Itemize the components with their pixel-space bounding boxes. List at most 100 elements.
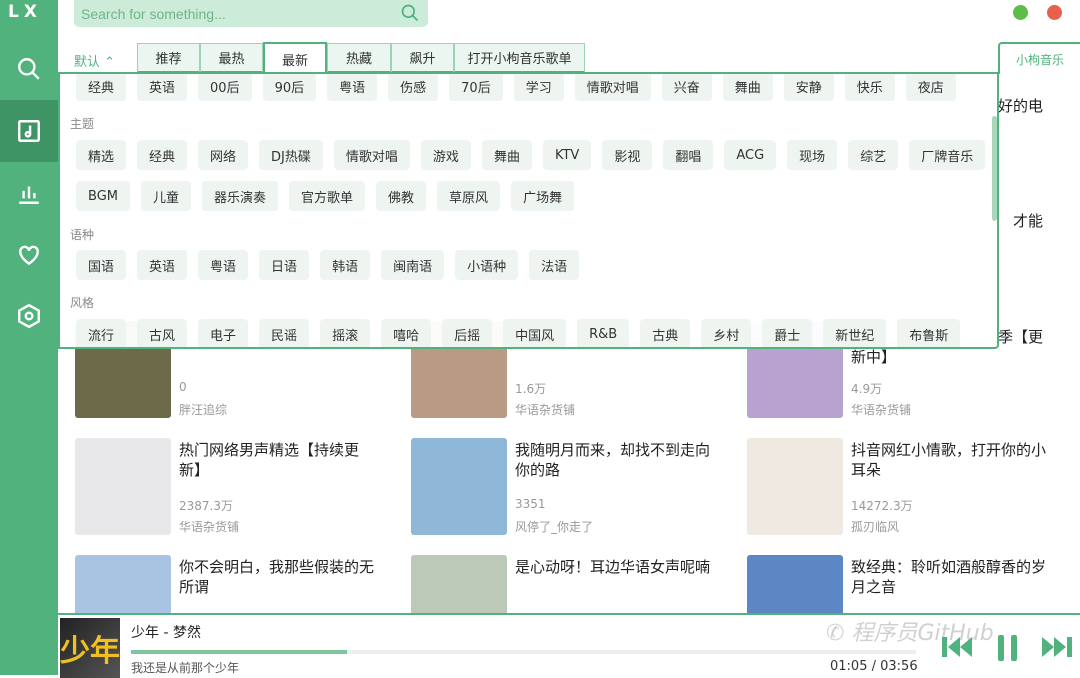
tag-button[interactable]: 儿童 (140, 181, 191, 211)
sidebar-item-favorites[interactable] (0, 224, 58, 286)
tag-button[interactable]: 器乐演奏 (202, 181, 279, 211)
tag-button[interactable]: 爵士 (762, 319, 813, 347)
playlist-title[interactable]: 你不会明白，我那些假装的无所谓 (179, 557, 379, 597)
tag-group-label: 语种 (70, 228, 95, 242)
popup-scrollbar[interactable] (992, 116, 997, 221)
tag-button[interactable]: 舞曲 (722, 74, 773, 101)
tag-button[interactable]: 精选 (76, 140, 127, 170)
tag-button[interactable]: 民谣 (259, 319, 310, 347)
playlist-cover[interactable] (75, 438, 171, 535)
tab-bar: 默认 ⌃ 推荐 最热 最新 热藏 飙升 打开小枸音乐歌单 (58, 42, 998, 74)
tag-button[interactable]: KTV (542, 140, 592, 170)
play-count: 14272.3万 (851, 499, 913, 513)
tag-button[interactable]: 兴奋 (661, 74, 712, 101)
playlist-title[interactable]: 致经典：聆听如酒般醇香的岁月之音 (851, 557, 1051, 597)
tag-button[interactable]: 90后 (262, 74, 317, 101)
tab-hottest[interactable]: 最热 (200, 43, 263, 73)
playlist-card[interactable]: 热门网络男声精选【持续更新】 2387.3万 华语杂货铺 (75, 438, 405, 538)
playlist-title[interactable]: 我随明月而来，却找不到走向你的路 (515, 440, 715, 480)
tag-button[interactable]: 日语 (259, 250, 310, 280)
tag-button[interactable]: 流行 (76, 319, 127, 347)
tag-button[interactable]: 乡村 (701, 319, 752, 347)
tag-button[interactable]: 中国风 (503, 319, 567, 347)
tag-button[interactable]: 经典 (137, 140, 188, 170)
playlist-cover[interactable] (411, 438, 507, 535)
tag-button[interactable]: 电子 (198, 319, 249, 347)
tag-button[interactable]: 情歌对唱 (333, 140, 410, 170)
close-button[interactable] (1047, 5, 1062, 20)
tag-button[interactable]: 国语 (76, 250, 127, 280)
tag-button[interactable]: 草原风 (437, 181, 501, 211)
album-cover[interactable]: 少年 (60, 618, 120, 678)
progress-bar[interactable] (131, 650, 916, 654)
tag-button[interactable]: 经典 (76, 74, 127, 101)
search-input[interactable] (74, 0, 394, 27)
tag-button[interactable]: 英语 (137, 250, 188, 280)
tag-button[interactable]: 翻唱 (663, 140, 714, 170)
playlist-title[interactable]: 抖音网红小情歌，打开你的小耳朵 (851, 440, 1051, 480)
tag-button[interactable]: 综艺 (848, 140, 899, 170)
tag-group-label: 主题 (70, 117, 95, 131)
search-icon[interactable] (400, 3, 420, 23)
tag-button[interactable]: 法语 (529, 250, 580, 280)
previous-icon[interactable] (940, 633, 974, 661)
sort-dropdown[interactable]: 默认 ⌃ (74, 51, 115, 70)
playlist-title[interactable]: 热门网络男声精选【持续更新】 (179, 440, 379, 480)
minimize-button[interactable] (1013, 5, 1028, 20)
tab-hot-collect[interactable]: 热藏 (327, 43, 391, 73)
tab-open-songlist[interactable]: 打开小枸音乐歌单 (454, 43, 585, 73)
tag-button[interactable]: 韩语 (320, 250, 371, 280)
playlist-card[interactable]: 我随明月而来，却找不到走向你的路 3351 风停了_你走了 (411, 438, 741, 538)
tag-button[interactable]: 情歌对唱 (574, 74, 651, 101)
sidebar-item-search[interactable] (0, 38, 58, 100)
sidebar-item-settings[interactable] (0, 285, 58, 347)
playlist-cover[interactable] (747, 438, 843, 535)
hidden-title-fragment: 才能 (1013, 212, 1044, 230)
sidebar-item-songlist[interactable] (0, 100, 58, 162)
player-controls (940, 633, 1074, 661)
hidden-title-fragment: 季【更 (998, 328, 1044, 346)
tag-button[interactable]: 英语 (137, 74, 188, 101)
tag-button[interactable]: 布鲁斯 (897, 319, 961, 347)
tag-button[interactable]: 网络 (198, 140, 249, 170)
tag-button[interactable]: BGM (76, 181, 130, 211)
tag-button[interactable]: 闽南语 (381, 250, 445, 280)
tag-button[interactable]: 后摇 (442, 319, 493, 347)
playlist-card[interactable]: 抖音网红小情歌，打开你的小耳朵 14272.3万 孤刃临风 (747, 438, 1077, 538)
tag-button[interactable]: 官方歌单 (289, 181, 366, 211)
tab-recommend[interactable]: 推荐 (137, 43, 200, 73)
tag-button[interactable]: 嘻哈 (381, 319, 432, 347)
tag-button[interactable]: 古典 (640, 319, 691, 347)
tag-button[interactable]: ACG (724, 140, 777, 170)
tag-button[interactable]: 现场 (787, 140, 838, 170)
music-library-icon (18, 120, 40, 142)
tag-button[interactable]: DJ热碟 (259, 140, 323, 170)
sidebar-item-leaderboard[interactable] (0, 162, 58, 224)
tag-button[interactable]: 小语种 (455, 250, 519, 280)
tag-button[interactable]: 学习 (513, 74, 564, 101)
tag-button[interactable]: 粤语 (198, 250, 249, 280)
tag-button[interactable]: 广场舞 (511, 181, 575, 211)
pause-icon[interactable] (990, 633, 1024, 661)
tag-button[interactable]: 新世纪 (823, 319, 887, 347)
tag-button[interactable]: 摇滚 (320, 319, 371, 347)
tag-button[interactable]: 70后 (449, 74, 503, 101)
source-tab[interactable]: 小枸音乐 (998, 42, 1080, 74)
tag-button[interactable]: 夜店 (905, 74, 956, 101)
tag-button[interactable]: 安静 (783, 74, 834, 101)
tag-button[interactable]: 快乐 (844, 74, 895, 101)
tag-button[interactable]: 佛教 (376, 181, 427, 211)
tag-button[interactable]: 00后 (198, 74, 252, 101)
tag-button[interactable]: R&B (577, 319, 630, 347)
playlist-title[interactable]: 是心动呀！耳边华语女声呢喃 (515, 557, 715, 577)
tab-rising[interactable]: 飙升 (391, 43, 454, 73)
tag-button[interactable]: 厂牌音乐 (909, 140, 986, 170)
tag-button[interactable]: 伤感 (388, 74, 439, 101)
tag-button[interactable]: 古风 (137, 319, 188, 347)
next-icon[interactable] (1040, 633, 1074, 661)
tag-button[interactable]: 粤语 (327, 74, 378, 101)
tab-newest[interactable]: 最新 (263, 42, 327, 74)
tag-button[interactable]: 游戏 (420, 140, 471, 170)
tag-button[interactable]: 舞曲 (481, 140, 532, 170)
tag-button[interactable]: 影视 (602, 140, 653, 170)
